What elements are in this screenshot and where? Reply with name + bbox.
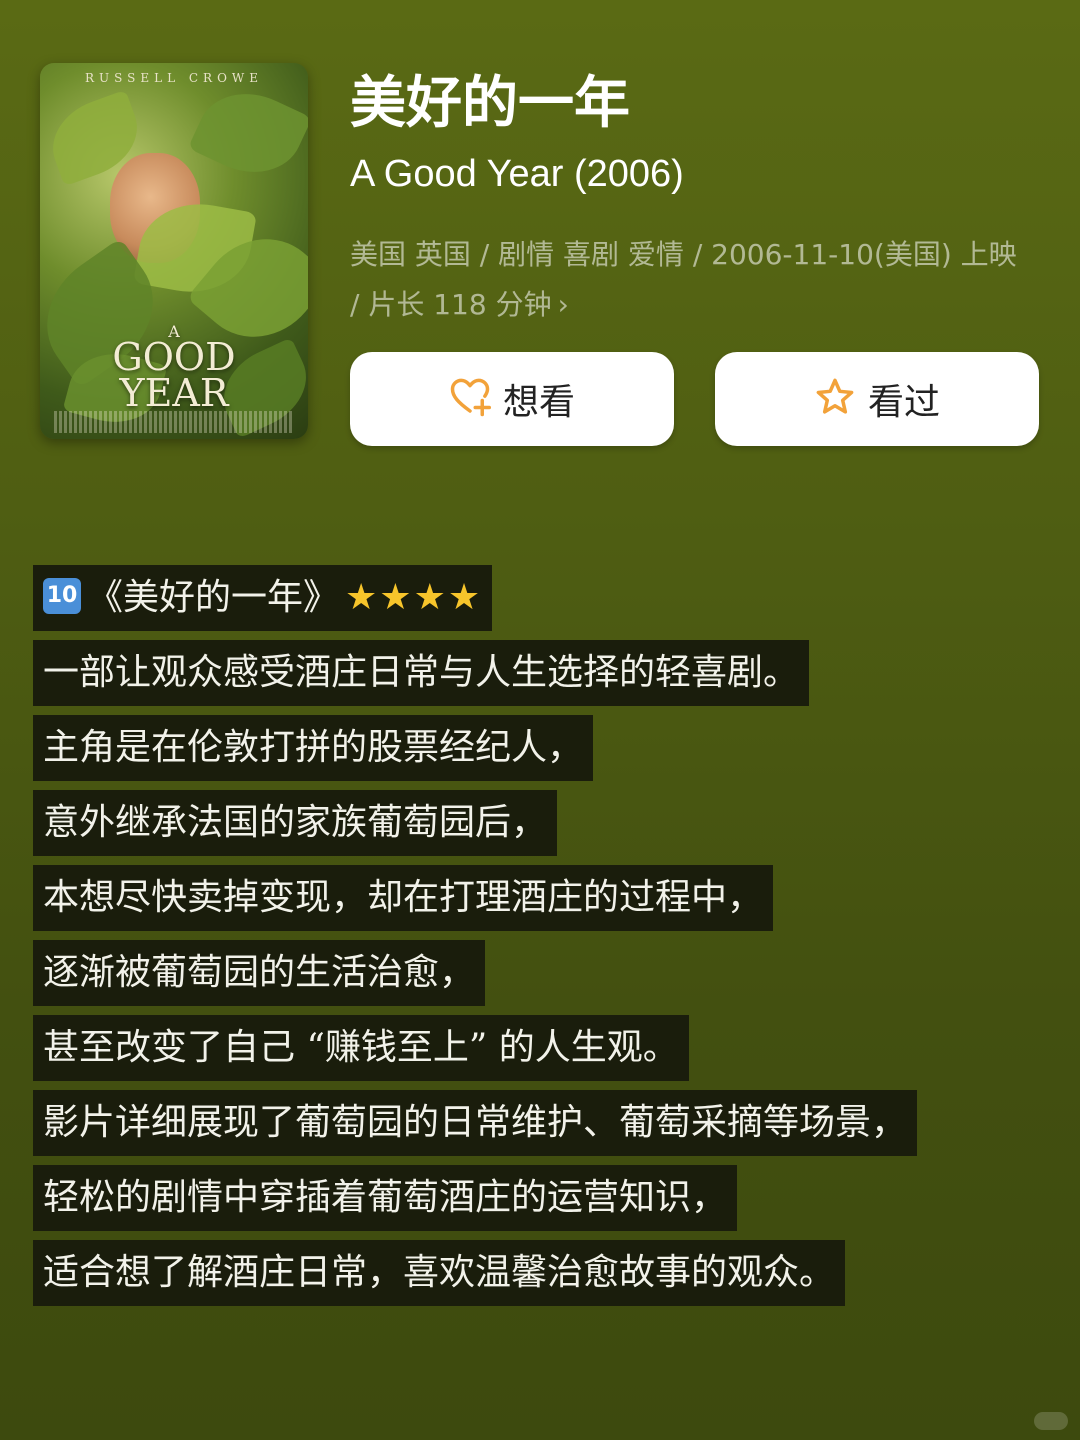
review-line: 本想尽快卖掉变现，却在打理酒庄的过程中， [33, 865, 774, 931]
poster-title-bottom: YEAR [119, 371, 229, 415]
heart-plus-icon [449, 376, 491, 422]
review-line: 主角是在伦敦打拼的股票经纪人， [33, 715, 594, 781]
watched-label: 看过 [867, 382, 940, 423]
poster-credits [54, 411, 294, 433]
watermark [1034, 1412, 1068, 1430]
review-line: 逐渐被葡萄园的生活治愈， [33, 940, 486, 1006]
review-title: 《美好的一年》 [87, 577, 340, 618]
want-to-watch-button[interactable]: 想看 [350, 352, 674, 446]
star-outline-icon [814, 376, 856, 422]
poster-title-mid: GOOD [112, 335, 236, 379]
chevron-right-icon: › [557, 288, 569, 321]
review-line: 适合想了解酒庄日常，喜欢温馨治愈故事的观众。 [33, 1240, 846, 1306]
movie-title-cn: 美好的一年 [350, 71, 630, 136]
review-line: 影片详细展现了葡萄园的日常维护、葡萄采摘等场景， [33, 1090, 918, 1156]
movie-meta[interactable]: 美国 英国 / 剧情 喜剧 爱情 / 2006-11-10(美国) 上映 / 片… [350, 230, 1030, 330]
poster-actor-name: RUSSELL CROWE [84, 71, 264, 85]
want-to-watch-label: 想看 [502, 382, 575, 423]
movie-poster[interactable]: RUSSELL CROWE A GOOD YEAR [40, 63, 308, 439]
poster-leaf [187, 75, 308, 191]
poster-title: A GOOD YEAR [40, 324, 308, 415]
review-line: 甚至改变了自己 “赚钱至上” 的人生观。 [33, 1015, 689, 1081]
movie-title-en: A Good Year (2006) [350, 153, 684, 195]
review-heading: 10 《美好的一年》 ★★★★ [33, 565, 493, 631]
watched-button[interactable]: 看过 [715, 352, 1039, 446]
review-block: 10 《美好的一年》 ★★★★ 一部让观众感受酒庄日常与人生选择的轻喜剧。 主角是在… [33, 565, 918, 1315]
review-line: 一部让观众感受酒庄日常与人生选择的轻喜剧。 [33, 640, 810, 706]
rank-badge: 10 [43, 578, 81, 614]
star-rating-icon: ★★★★ [345, 577, 483, 618]
review-line: 意外继承法国的家族葡萄园后， [33, 790, 558, 856]
review-line: 轻松的剧情中穿插着葡萄酒庄的运营知识， [33, 1165, 738, 1231]
movie-meta-text: 美国 英国 / 剧情 喜剧 爱情 / 2006-11-10(美国) 上映 / 片… [350, 238, 1017, 321]
